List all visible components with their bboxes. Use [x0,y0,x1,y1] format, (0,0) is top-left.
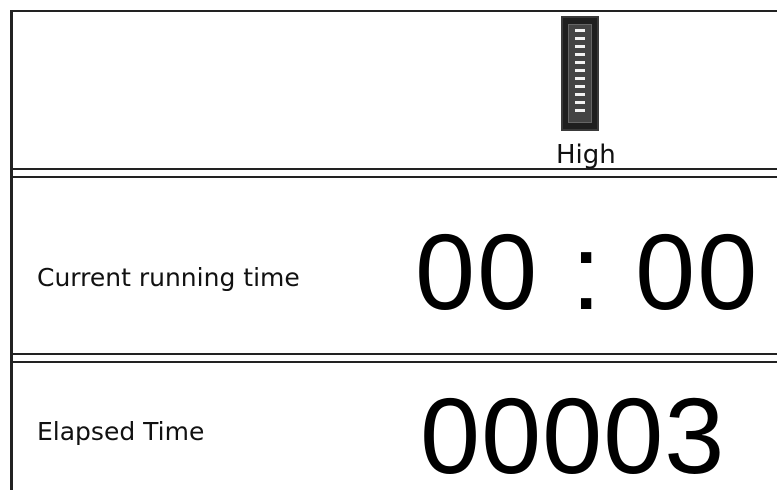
elapsed-time-value: 00003 [420,375,726,496]
level-segment [575,53,585,56]
level-segment [575,85,585,88]
level-segment [575,93,585,96]
separator-line [10,361,777,363]
level-segment [575,29,585,32]
separator-line [10,353,777,355]
level-segment [575,45,585,48]
level-segment [575,69,585,72]
level-label: High [556,140,616,170]
level-bar-track [568,24,592,123]
current-running-time-value: 00 : 00 [415,211,760,332]
level-segment [575,77,585,80]
current-running-time-label: Current running time [37,263,300,292]
level-segment [575,37,585,40]
level-segment [575,61,585,64]
separator-line [10,168,777,170]
level-segment [575,109,585,112]
level-bar-icon [561,16,599,131]
elapsed-time-label: Elapsed Time [37,417,205,446]
separator-line [10,176,777,178]
level-segment [575,101,585,104]
